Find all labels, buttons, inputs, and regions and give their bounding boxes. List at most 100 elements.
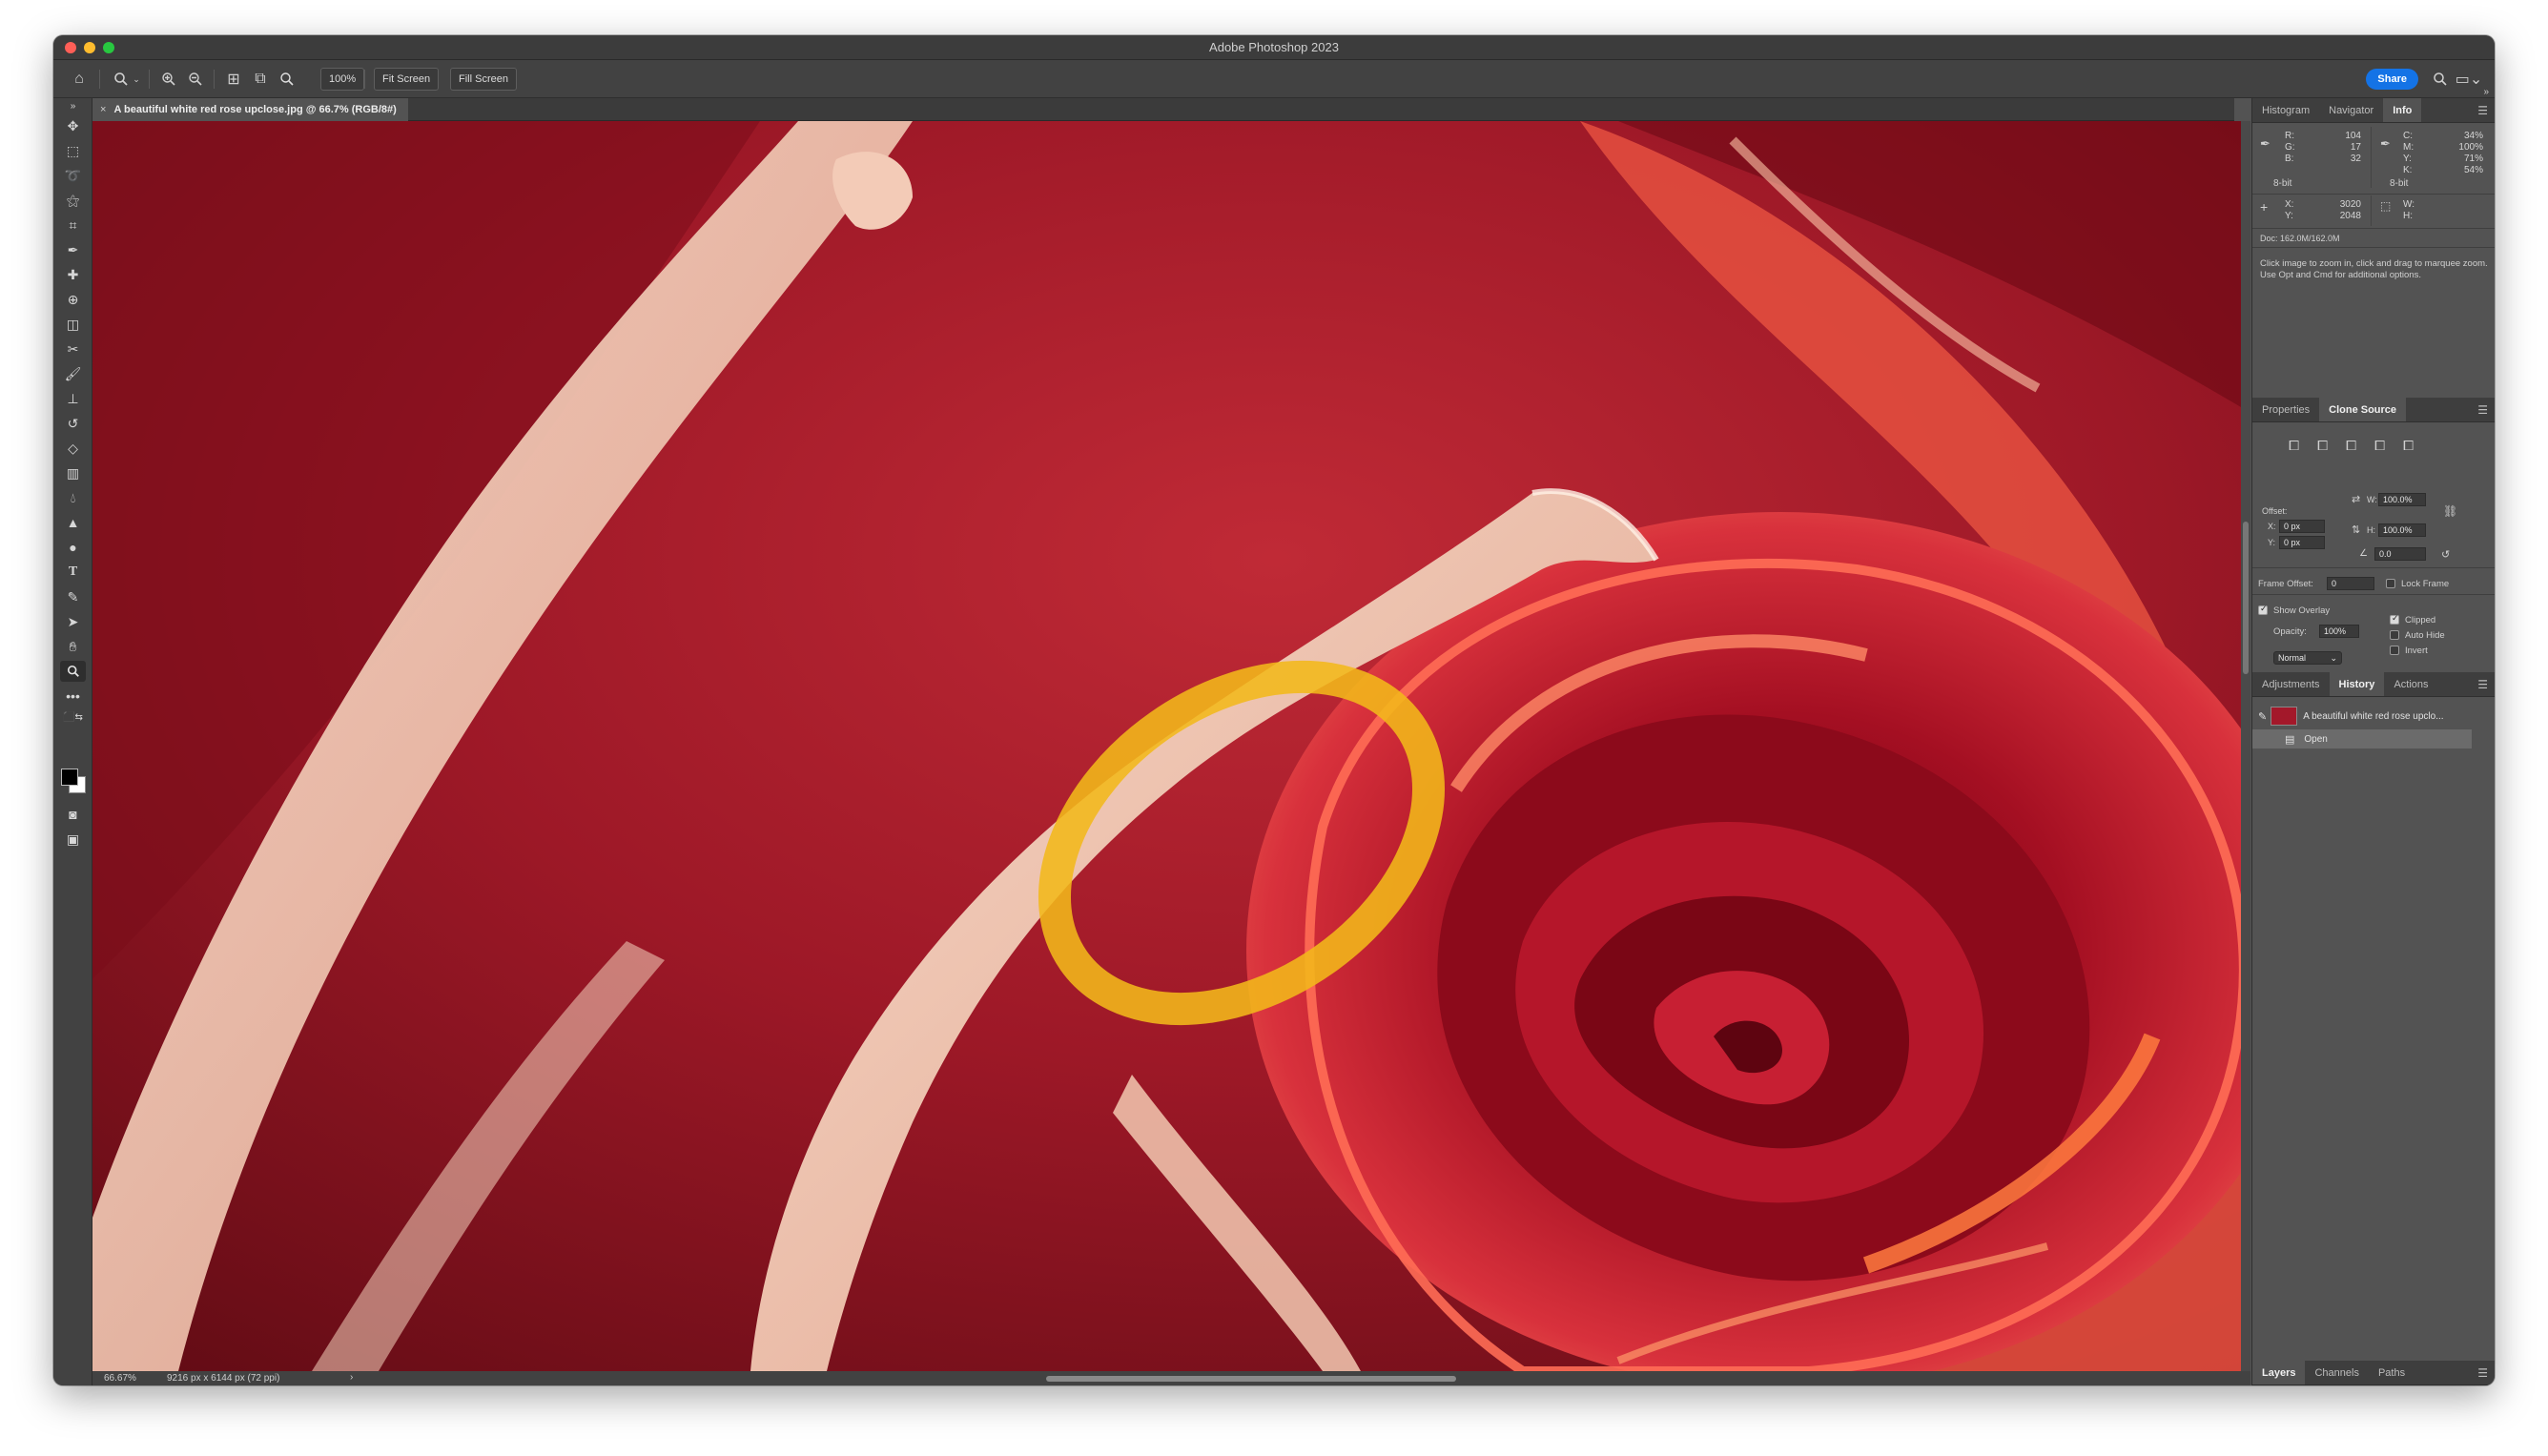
- move-tool-icon[interactable]: ✥: [60, 115, 86, 136]
- status-zoom-field[interactable]: 66.67%: [104, 1373, 136, 1384]
- zoom-out-icon[interactable]: [183, 68, 208, 91]
- screen-mode-icon[interactable]: ▣: [60, 829, 86, 850]
- divider: [2371, 127, 2372, 188]
- pen-tool-icon[interactable]: ✎: [60, 586, 86, 607]
- content-aware-move-tool-icon[interactable]: ✂: [60, 338, 86, 359]
- vertical-scrollbar[interactable]: [2241, 121, 2250, 1371]
- panel-menu-icon[interactable]: ☰: [2477, 1366, 2488, 1380]
- marquee-tool-icon[interactable]: ⬚: [60, 140, 86, 161]
- hand-tool-icon[interactable]: ✋︎: [60, 636, 86, 657]
- path-selection-tool-icon[interactable]: ➤: [60, 611, 86, 632]
- zoom-in-icon[interactable]: [156, 68, 181, 91]
- tab-paths[interactable]: Paths: [2369, 1361, 2414, 1384]
- offset-y-field[interactable]: 0 px: [2279, 536, 2325, 549]
- image-canvas[interactable]: [92, 121, 2241, 1371]
- history-item[interactable]: ▤ Open: [2252, 729, 2472, 749]
- y-label: Y:: [2403, 154, 2412, 164]
- gradient-tool-icon[interactable]: ▥: [60, 462, 86, 483]
- zoom-percentage-field[interactable]: 100%: [320, 68, 365, 91]
- offset-x-field[interactable]: 0 px: [2279, 520, 2325, 533]
- clone-source-1-icon[interactable]: ⧠: [2289, 438, 2299, 454]
- resize-windows-icon[interactable]: ⊞: [221, 68, 246, 91]
- spot-healing-tool-icon[interactable]: ✚: [60, 264, 86, 285]
- eyedropper-icon[interactable]: ✒: [2380, 136, 2391, 152]
- foreground-color-swatch[interactable]: [61, 769, 78, 786]
- history-brush-tool-icon[interactable]: ↺: [60, 413, 86, 434]
- panel-menu-icon[interactable]: ☰: [2477, 403, 2488, 417]
- chevron-down-icon[interactable]: ⌄: [132, 68, 141, 91]
- sharpen-tool-icon[interactable]: ▲: [60, 512, 86, 533]
- tab-adjustments[interactable]: Adjustments: [2252, 672, 2330, 696]
- history-snapshot[interactable]: ✎ A beautiful white red rose upclo...: [2252, 705, 2495, 728]
- home-icon[interactable]: ⌂: [67, 68, 92, 91]
- clone-source-5-icon[interactable]: ⧠: [2403, 438, 2414, 454]
- magic-wand-tool-icon[interactable]: ⚝: [60, 190, 86, 211]
- status-menu-arrow-icon[interactable]: ›: [350, 1372, 353, 1383]
- scale-width-label: W:: [2367, 495, 2377, 504]
- default-colors-icon[interactable]: ⬛⇆: [60, 710, 86, 724]
- tab-actions[interactable]: Actions: [2384, 672, 2437, 696]
- clone-source-4-icon[interactable]: ⧠: [2374, 438, 2385, 454]
- healing-brush-tool-icon[interactable]: ⊕: [60, 289, 86, 310]
- clone-stamp-tool-icon[interactable]: ⊥: [60, 388, 86, 409]
- k-value: 54%: [2463, 165, 2483, 175]
- tab-channels[interactable]: Channels: [2305, 1361, 2368, 1384]
- right-panel-dock: » Histogram Navigator Info ☰ ✒ R: 104 G: 1…: [2251, 87, 2495, 1385]
- search-icon[interactable]: [2428, 68, 2453, 91]
- reset-transform-icon[interactable]: ↺: [2441, 548, 2450, 561]
- patch-tool-icon[interactable]: ◫: [60, 314, 86, 335]
- blend-mode-select[interactable]: Normal ⌄: [2273, 651, 2342, 665]
- lasso-tool-icon[interactable]: ➰: [60, 165, 86, 186]
- scrubby-zoom-icon[interactable]: [275, 68, 299, 91]
- opacity-field[interactable]: 100%: [2319, 625, 2359, 638]
- clone-source-2-icon[interactable]: ⧠: [2317, 438, 2328, 454]
- collapse-panel-icon[interactable]: »: [60, 100, 86, 112]
- angle-field[interactable]: 0.0: [2374, 547, 2426, 561]
- fit-screen-button[interactable]: Fit Screen: [374, 68, 440, 91]
- clipped-checkbox[interactable]: [2390, 613, 2399, 625]
- lock-frame-checkbox[interactable]: [2386, 579, 2395, 588]
- flip-vertical-icon[interactable]: ⇅: [2352, 523, 2360, 536]
- zoom-tool-preset-icon[interactable]: [109, 68, 134, 91]
- more-tools-icon[interactable]: •••: [60, 686, 86, 707]
- clone-source-3-icon[interactable]: ⧠: [2346, 438, 2356, 454]
- tab-layers[interactable]: Layers: [2252, 1361, 2306, 1384]
- show-overlay-checkbox[interactable]: [2258, 604, 2268, 615]
- doc-size-readout: Doc: 162.0M/162.0M: [2260, 234, 2340, 243]
- auto-hide-checkbox[interactable]: [2390, 630, 2399, 640]
- horizontal-scrollbar-thumb[interactable]: [1046, 1376, 1456, 1382]
- eraser-tool-icon[interactable]: ◇: [60, 438, 86, 459]
- frame-offset-field[interactable]: 0: [2327, 577, 2374, 590]
- type-tool-icon[interactable]: T: [60, 562, 86, 583]
- collapse-dock-icon[interactable]: »: [2483, 87, 2489, 97]
- dodge-tool-icon[interactable]: ●: [60, 537, 86, 558]
- panel-menu-icon[interactable]: ☰: [2477, 678, 2488, 691]
- tab-histogram[interactable]: Histogram: [2252, 98, 2319, 122]
- zoom-tool-icon[interactable]: [60, 661, 86, 682]
- invert-checkbox[interactable]: [2390, 646, 2399, 655]
- link-scale-icon[interactable]: ⛓: [2443, 504, 2457, 518]
- panel-menu-icon[interactable]: ☰: [2477, 104, 2488, 117]
- fill-screen-button[interactable]: Fill Screen: [450, 68, 517, 91]
- close-icon[interactable]: ×: [100, 104, 106, 115]
- tab-properties[interactable]: Properties: [2252, 398, 2319, 421]
- zoom-all-windows-icon[interactable]: ⧉: [248, 68, 273, 91]
- scrollbar-thumb[interactable]: [2243, 522, 2249, 674]
- quick-mask-icon[interactable]: ◙: [60, 804, 86, 825]
- scale-width-field[interactable]: 100.0%: [2378, 493, 2426, 506]
- tab-navigator[interactable]: Navigator: [2319, 98, 2383, 122]
- tab-info[interactable]: Info: [2383, 98, 2422, 122]
- scale-height-field[interactable]: 100.0%: [2378, 523, 2426, 537]
- crop-tool-icon[interactable]: ⌗: [60, 215, 86, 236]
- eyedropper-tool-icon[interactable]: ✒: [60, 239, 86, 260]
- history-brush-source-icon[interactable]: ✎: [2258, 710, 2267, 723]
- blur-tool-icon[interactable]: 💧︎: [60, 487, 86, 508]
- flip-horizontal-icon[interactable]: ⇄: [2352, 493, 2360, 505]
- share-button[interactable]: Share: [2366, 69, 2418, 90]
- tab-clone-source[interactable]: Clone Source: [2319, 398, 2407, 421]
- workspace-switcher-icon[interactable]: ▭⌄: [2456, 68, 2483, 91]
- brush-tool-icon[interactable]: 🖌︎: [60, 363, 86, 384]
- eyedropper-icon[interactable]: ✒: [2260, 136, 2271, 152]
- tab-history[interactable]: History: [2329, 672, 2385, 696]
- document-tab[interactable]: × A beautiful white red rose upclose.jpg…: [92, 98, 408, 121]
